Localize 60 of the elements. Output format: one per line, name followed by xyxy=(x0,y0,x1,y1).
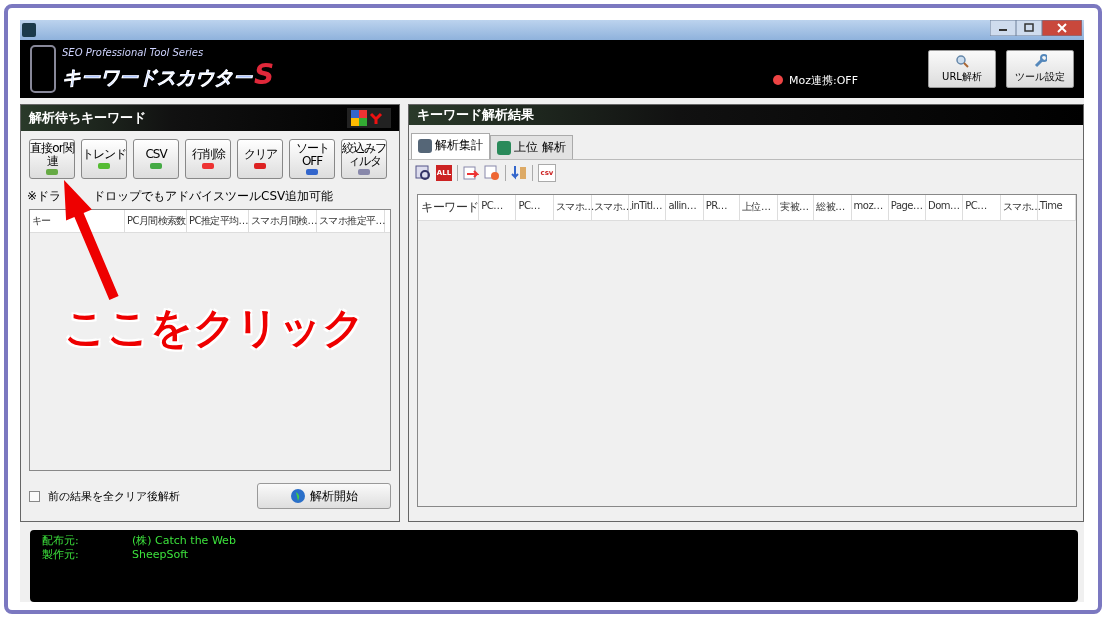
wrench-icon xyxy=(1033,54,1047,68)
column-header[interactable]: allin… xyxy=(666,195,704,220)
search-icon xyxy=(955,54,969,68)
column-header[interactable]: 実被… xyxy=(778,195,815,220)
logo-mark: S xyxy=(254,58,275,91)
column-header[interactable]: PC推定平均… xyxy=(187,210,249,232)
list-remove-icon[interactable] xyxy=(484,165,500,181)
checkbox[interactable] xyxy=(29,490,40,502)
panel-title: キーワード解析結果 xyxy=(417,106,534,124)
tool-button[interactable]: 行削除 xyxy=(185,139,231,179)
maximize-icon[interactable] xyxy=(1016,20,1042,36)
minimize-icon[interactable] xyxy=(990,20,1016,36)
column-header[interactable]: Time xyxy=(1037,195,1076,220)
logo-title: キーワードスカウター xyxy=(62,65,252,90)
start-analysis-button[interactable]: 解析開始 xyxy=(257,483,391,509)
sort-icon[interactable] xyxy=(511,165,527,181)
tool-button[interactable]: 直接or関連 xyxy=(29,139,75,179)
column-header[interactable]: PC… xyxy=(516,195,554,220)
tool-button[interactable]: 絞込みフィルタ xyxy=(341,139,387,179)
console-value: (株) Catch the Web xyxy=(132,534,237,548)
console-value: SheepSoft xyxy=(132,548,190,562)
column-header[interactable]: Dom… xyxy=(926,195,964,220)
annotation-text: ここをクリック xyxy=(64,302,365,354)
tool-button[interactable]: ソートOFF xyxy=(289,139,335,179)
column-header[interactable]: キーワード xyxy=(418,195,480,220)
column-header[interactable]: PC月間検索数 xyxy=(125,210,187,232)
g-logo-icon[interactable] xyxy=(351,110,367,126)
logo-subtitle: SEO Professional Tool Series xyxy=(62,47,205,58)
tool-button[interactable]: クリア xyxy=(237,139,283,179)
column-header[interactable]: PR… xyxy=(703,195,740,220)
column-header[interactable]: 総被… xyxy=(814,195,852,220)
panel-title: 解析待ちキーワード xyxy=(29,109,146,127)
column-header[interactable]: PC… xyxy=(479,195,517,220)
column-header[interactable]: Page… xyxy=(888,195,927,220)
column-header[interactable]: PC… xyxy=(963,195,1001,220)
globe-icon xyxy=(290,488,306,504)
phone-icon xyxy=(30,45,56,93)
column-header[interactable]: スマホ… xyxy=(591,195,630,220)
tool-button[interactable]: CSV xyxy=(133,139,179,179)
column-header[interactable]: inTitl… xyxy=(629,195,667,220)
column-header[interactable]: 上位… xyxy=(739,195,779,220)
column-header[interactable]: moz… xyxy=(851,195,889,220)
tool-settings-button[interactable]: ツール設定 xyxy=(1006,50,1074,88)
console-label: 配布元: xyxy=(42,534,80,548)
column-header[interactable]: スマホ… xyxy=(553,195,592,220)
close-icon[interactable] xyxy=(1042,20,1082,36)
url-analysis-button[interactable]: URL解析 xyxy=(928,50,996,88)
column-header[interactable]: スマホ… xyxy=(1000,195,1038,220)
tab[interactable]: 解析集計 xyxy=(411,133,490,159)
console-label: 製作元: xyxy=(42,548,80,562)
column-header[interactable]: スマホ推定平… xyxy=(317,210,385,232)
app-icon xyxy=(22,23,36,37)
moz-status: Moz連携:OFF xyxy=(789,72,858,88)
checkbox-label: 前の結果を全クリア後解析 xyxy=(48,488,181,504)
tool-button[interactable]: トレンド xyxy=(81,139,127,179)
drop-hint: ※ドラ xyxy=(27,188,62,205)
column-header[interactable]: スマホ月間検… xyxy=(249,210,317,232)
search-icon[interactable] xyxy=(415,165,431,181)
tab[interactable]: 上位 解析 xyxy=(490,135,573,159)
drop-hint: ドロップでもアドバイスツールCSV追加可能 xyxy=(93,188,334,205)
